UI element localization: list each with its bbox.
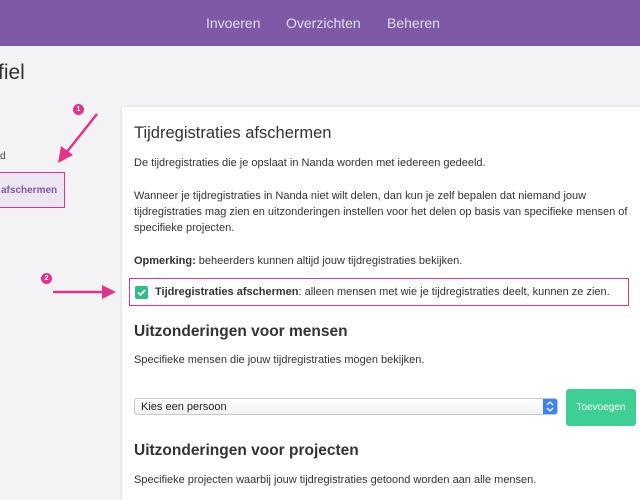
annotation-arrows	[53, 113, 116, 299]
arrow-icon-2	[53, 285, 116, 299]
annotation-marker-1: 1	[73, 104, 84, 115]
annotation-marker-2: 2	[41, 273, 52, 284]
arrow-icon-1	[58, 113, 98, 163]
